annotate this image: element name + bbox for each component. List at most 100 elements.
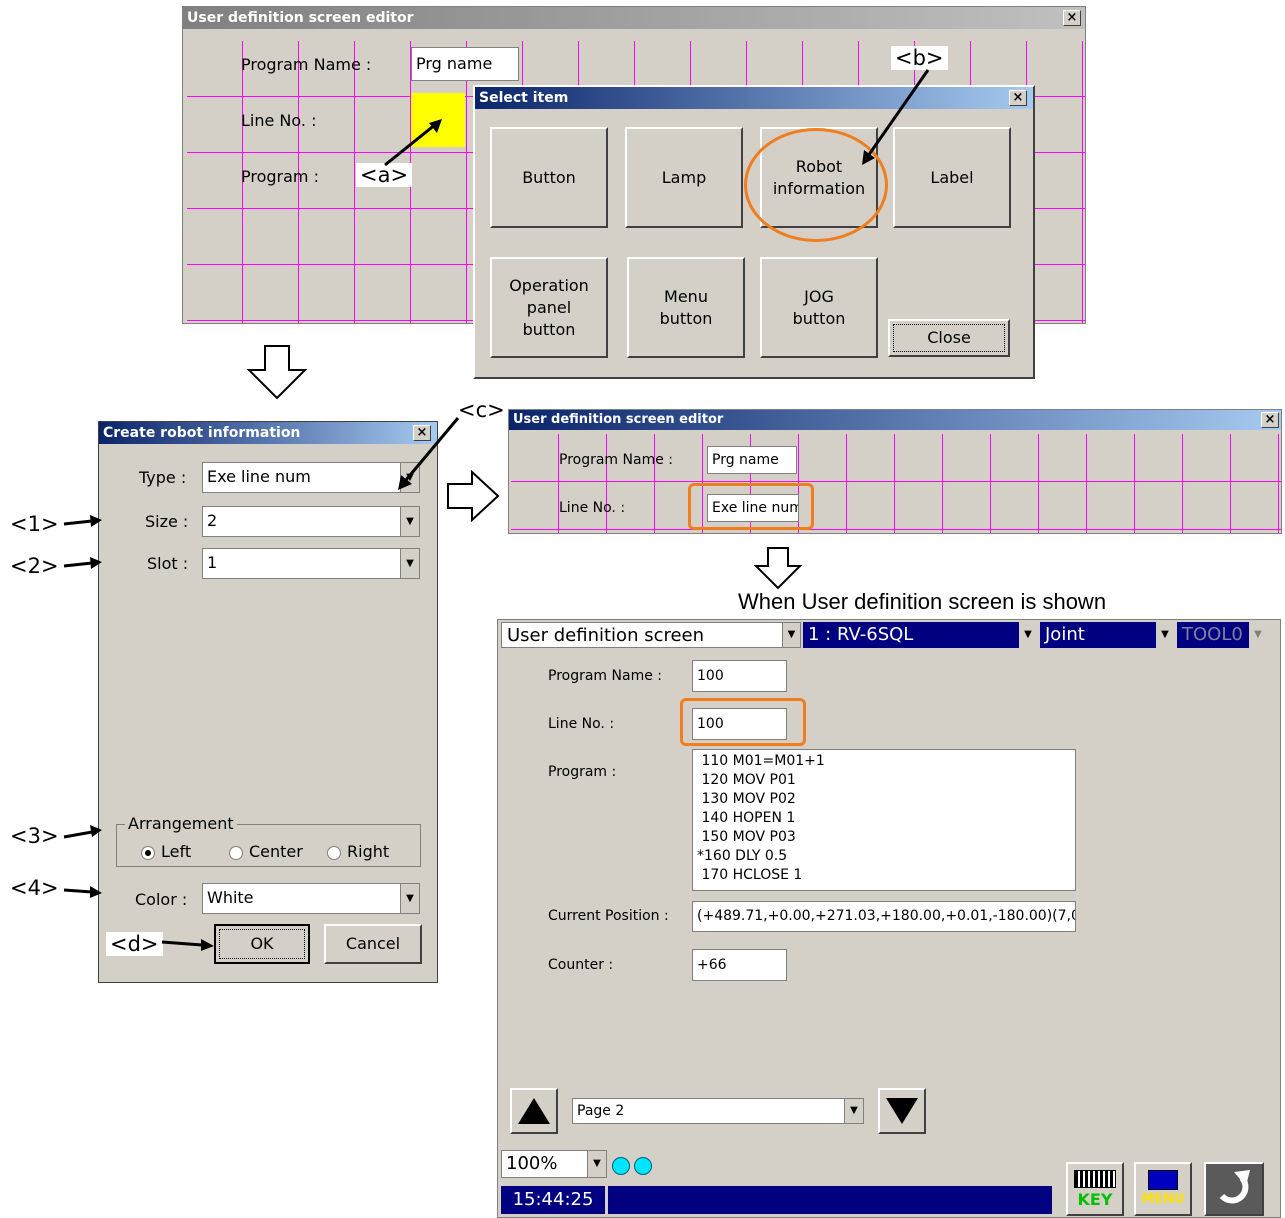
callout-4: <4> (6, 876, 63, 900)
page-up-button[interactable] (510, 1088, 558, 1134)
page-select[interactable]: Page 2 ▼ (572, 1098, 864, 1124)
chevron-down-icon[interactable]: ▼ (400, 507, 419, 536)
key-button[interactable]: KEY (1066, 1162, 1124, 1216)
select-item-title: Select item (475, 87, 1033, 109)
highlight-line-no-mid (688, 483, 814, 530)
tp-current-position-field: (+489.71,+0.00,+271.03,+180.00,+0.01,-18… (692, 901, 1076, 932)
chevron-down-icon[interactable]: ▼ (1249, 622, 1267, 648)
robot-select[interactable]: 1 : RV-6SQL ▼ (803, 622, 1037, 648)
clock-display: 15:44:25 (501, 1186, 605, 1214)
callout-1: <1> (6, 512, 63, 536)
screen-select-value: User definition screen (507, 625, 705, 646)
chevron-down-icon[interactable]: ▼ (400, 884, 419, 913)
slot-select[interactable]: 1 ▼ (202, 548, 420, 579)
key-label: KEY (1077, 1190, 1113, 1209)
radio-right-icon[interactable] (327, 845, 341, 860)
mode-select-value: Joint (1045, 624, 1085, 645)
mid-program-name-field[interactable]: Prg name (707, 446, 797, 474)
arrow-1 (63, 515, 102, 527)
close-button[interactable]: Close (888, 319, 1010, 357)
tp-program-name-field: 100 (692, 660, 787, 692)
editor-mid-close-icon[interactable]: × (1261, 412, 1279, 428)
menu-label: MENU (1141, 1192, 1185, 1207)
arrow-b (862, 69, 930, 165)
menu-button[interactable]: MENU (1134, 1162, 1192, 1216)
program-line: *160 DLY 0.5 (697, 848, 788, 864)
type-label: Type : (139, 468, 187, 487)
status-lamp-2 (634, 1157, 652, 1175)
back-button[interactable] (1204, 1162, 1264, 1216)
triangle-down-icon (886, 1098, 918, 1124)
size-select[interactable]: 2 ▼ (202, 506, 420, 537)
tp-program-listing[interactable]: 110 M01=M01+1 120 MOV P01 130 MOV P02 14… (692, 749, 1076, 891)
menu-grid-icon (1148, 1170, 1178, 1190)
cancel-button[interactable]: Cancel (324, 924, 422, 964)
page-down-button[interactable] (878, 1088, 926, 1134)
program-line: 130 MOV P02 (697, 791, 796, 807)
tool-select-value: TOOL0 (1182, 624, 1243, 645)
mode-select[interactable]: Joint ▼ (1040, 622, 1174, 648)
zoom-value: 100% (506, 1153, 558, 1174)
arrow-3 (63, 825, 102, 839)
arrow-d (161, 939, 214, 951)
chevron-down-icon[interactable]: ▼ (1019, 622, 1037, 648)
select-item-close-icon[interactable]: × (1009, 90, 1027, 106)
program-name-field[interactable]: Prg name (411, 47, 519, 81)
tp-current-position-label: Current Position : (548, 908, 669, 924)
program-line: 110 M01=M01+1 (697, 753, 825, 769)
arrow-2 (63, 557, 102, 569)
flow-arrow-down-1 (246, 345, 308, 400)
editor-close-button[interactable]: × (1063, 10, 1081, 26)
lamp-item[interactable]: Lamp (625, 127, 743, 228)
chevron-down-icon[interactable]: ▼ (782, 623, 800, 647)
tp-line-no-label: Line No. : (548, 716, 615, 732)
zoom-select[interactable]: 100% ▼ (501, 1150, 607, 1178)
chevron-down-icon[interactable]: ▼ (844, 1099, 863, 1123)
editor-window-middle: User definition screen editor × Program … (508, 409, 1282, 534)
chevron-down-icon[interactable]: ▼ (587, 1151, 606, 1177)
tool-select[interactable]: TOOL0 ▼ (1177, 622, 1267, 648)
program-line: 150 MOV P03 (697, 829, 796, 845)
chevron-down-icon[interactable]: ▼ (1156, 622, 1174, 648)
radio-right[interactable]: Right (327, 842, 389, 861)
keyboard-icon (1074, 1170, 1116, 1188)
editor-mid-grid[interactable] (511, 434, 1281, 533)
status-lamp-1 (612, 1157, 630, 1175)
screen-select[interactable]: User definition screen ▼ (501, 622, 801, 648)
tp-counter-label: Counter : (548, 957, 614, 973)
flow-arrow-down-2 (753, 547, 803, 590)
radio-center-icon[interactable] (229, 845, 243, 860)
arrangement-label: Arrangement (125, 814, 237, 833)
arrow-a (384, 119, 442, 167)
radio-right-label: Right (347, 842, 390, 861)
line-no-label: Line No. : (241, 111, 317, 130)
ok-button[interactable]: OK (214, 924, 310, 964)
radio-left-icon[interactable] (141, 845, 155, 860)
operation-panel-button-item[interactable]: Operation panel button (490, 257, 608, 358)
triangle-up-icon (518, 1098, 550, 1124)
radio-center[interactable]: Center (229, 842, 303, 861)
button-item[interactable]: Button (490, 127, 608, 228)
program-line: 170 HCLOSE 1 (697, 867, 803, 883)
tp-program-name-label: Program Name : (548, 668, 662, 684)
menu-button-item[interactable]: Menu button (627, 257, 745, 358)
slot-value: 1 (207, 553, 218, 572)
slot-label: Slot : (147, 554, 189, 573)
color-select[interactable]: White ▼ (202, 883, 420, 914)
jog-button-item[interactable]: JOG button (760, 257, 878, 358)
create-robot-information-dialog: Create robot information × Type : Exe li… (98, 421, 438, 983)
editor-mid-title: User definition screen editor (509, 410, 1281, 430)
status-bar (608, 1186, 1052, 1214)
tp-program-label: Program : (548, 764, 617, 780)
size-label: Size : (145, 512, 189, 531)
editor-title: User definition screen editor (183, 7, 1085, 29)
program-line: 140 HOPEN 1 (697, 810, 796, 826)
return-arrow-icon (1219, 1170, 1250, 1204)
program-line: 120 MOV P01 (697, 772, 796, 788)
type-value: Exe line num (207, 467, 311, 486)
radio-left[interactable]: Left (141, 842, 191, 861)
arrow-4 (63, 886, 102, 898)
chevron-down-icon[interactable]: ▼ (400, 549, 419, 578)
tp-counter-field: +66 (692, 949, 787, 981)
select-item-dialog: Select item × Button Lamp Robot informat… (473, 85, 1035, 379)
